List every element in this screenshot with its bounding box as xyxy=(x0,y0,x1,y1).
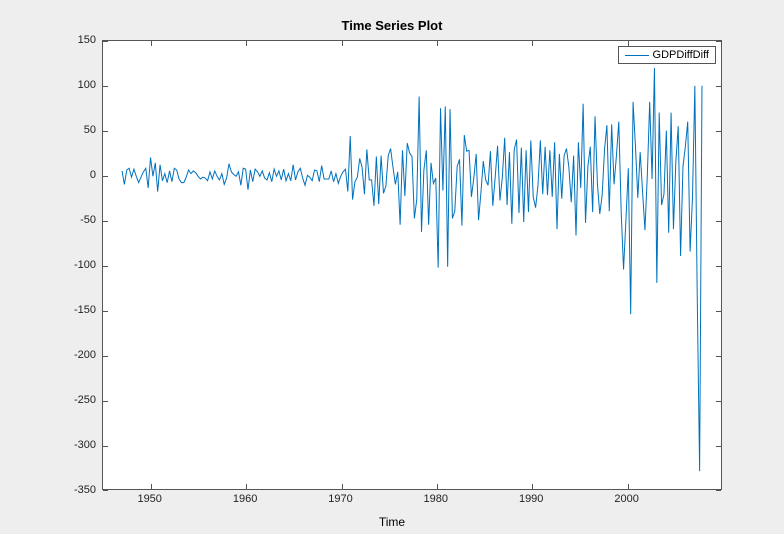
ytick-label: -250 xyxy=(36,394,96,406)
xtick-label: 1950 xyxy=(137,493,161,505)
ytick-label: -300 xyxy=(36,439,96,451)
xtick-label: 1960 xyxy=(233,493,257,505)
axes xyxy=(102,40,722,490)
legend: GDPDiffDiff xyxy=(618,46,716,64)
figure: Time Series Plot 150 100 50 0 -50 -100 -… xyxy=(0,0,784,534)
ytick-label: 0 xyxy=(36,169,96,181)
ytick-label: -150 xyxy=(36,304,96,316)
line-series xyxy=(103,41,721,489)
ytick-label: 50 xyxy=(36,124,96,136)
ytick-label: -50 xyxy=(36,214,96,226)
ytick-label: -350 xyxy=(36,484,96,496)
xtick-label: 1990 xyxy=(519,493,543,505)
legend-entry: GDPDiffDiff xyxy=(653,49,709,61)
xtick-label: 1970 xyxy=(328,493,352,505)
x-axis-label: Time xyxy=(0,515,784,529)
xtick-label: 1980 xyxy=(424,493,448,505)
chart-title: Time Series Plot xyxy=(0,18,784,33)
legend-swatch xyxy=(625,55,649,56)
ytick-label: -100 xyxy=(36,259,96,271)
xtick-label: 2000 xyxy=(614,493,638,505)
ytick-label: 100 xyxy=(36,79,96,91)
ytick-label: -200 xyxy=(36,349,96,361)
ytick-label: 150 xyxy=(36,34,96,46)
